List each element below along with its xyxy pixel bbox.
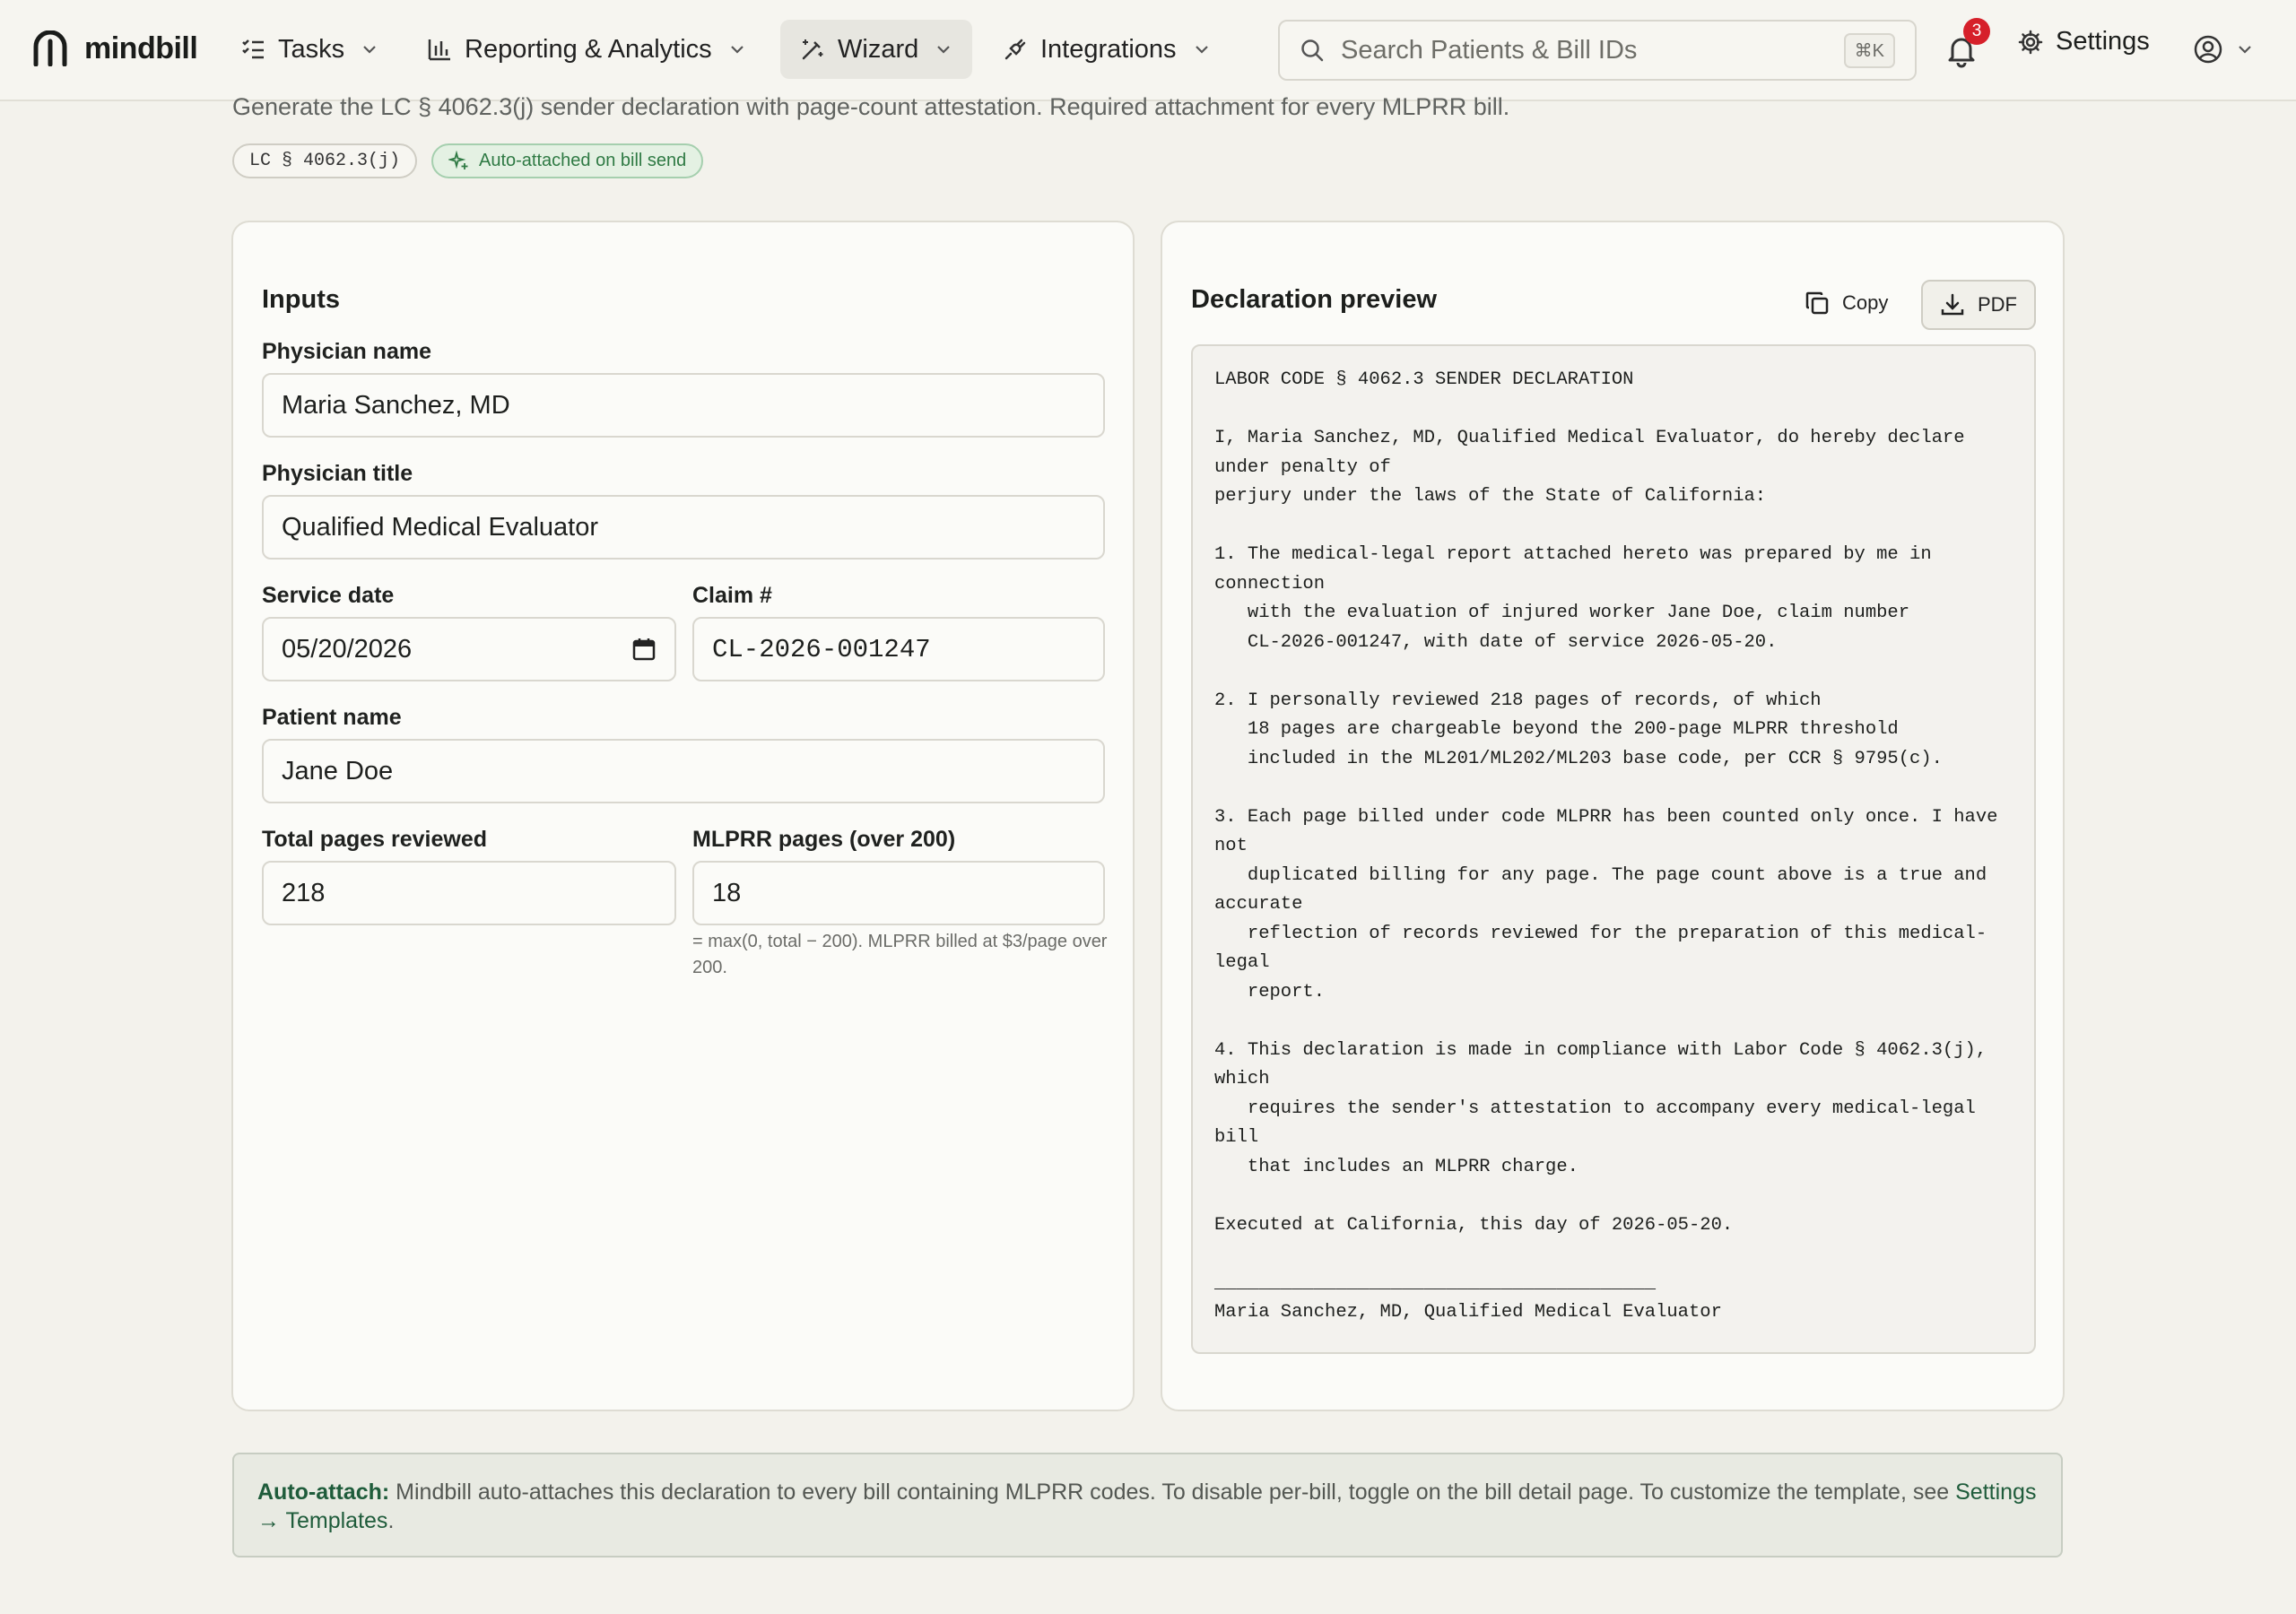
mlprr-pages-field[interactable] xyxy=(692,861,1105,925)
user-circle-icon xyxy=(2194,35,2222,64)
pdf-label: PDF xyxy=(1978,293,2017,316)
global-search[interactable]: ⌘K xyxy=(1278,20,1917,81)
patient-name-field[interactable] xyxy=(262,739,1105,803)
sparkle-icon xyxy=(448,150,468,169)
total-pages-input[interactable] xyxy=(282,878,657,908)
physician-name-label: Physician name xyxy=(262,339,431,364)
service-date-value: 05/20/2026 xyxy=(282,634,413,664)
claim-label: Claim # xyxy=(692,583,772,608)
chevron-down-icon xyxy=(2239,46,2251,54)
claim-field[interactable] xyxy=(692,617,1105,681)
code-reference-chip: LC § 4062.3(j) xyxy=(232,143,418,178)
auto-attach-note-label: Auto-attach: xyxy=(257,1480,390,1505)
declaration-text: LABOR CODE § 4062.3 SENDER DECLARATION I… xyxy=(1191,344,2036,1354)
download-icon xyxy=(1941,293,1964,316)
notification-count-badge: 3 xyxy=(1963,18,1990,45)
settings-button[interactable]: Settings xyxy=(2018,27,2150,56)
claim-input[interactable] xyxy=(712,634,1085,664)
copy-label: Copy xyxy=(1842,291,1889,314)
physician-name-field[interactable] xyxy=(262,373,1105,438)
preview-card-title: Declaration preview xyxy=(1191,285,1437,314)
declaration-preview-card: Declaration preview Copy PDF LABOR CODE … xyxy=(1161,221,2065,1411)
settings-label: Settings xyxy=(2056,27,2150,56)
copy-icon xyxy=(1805,291,1829,315)
bar-chart-icon xyxy=(428,39,450,61)
chevron-down-icon xyxy=(1195,46,1208,54)
mlprr-formula-hint: = max(0, total − 200). MLPRR billed at $… xyxy=(692,932,1108,977)
top-navigation-bar: mindbill Tasks Reporting & Analytics Wiz… xyxy=(0,0,2296,101)
mindbill-logo-icon xyxy=(33,30,67,66)
search-input[interactable] xyxy=(1341,35,1828,65)
auto-attached-chip: Auto-attached on bill send xyxy=(431,143,704,178)
auto-attach-note-text: Mindbill auto-attaches this declaration … xyxy=(389,1480,1956,1505)
inputs-card-title: Inputs xyxy=(262,285,340,314)
mlprr-pages-input[interactable] xyxy=(712,878,1085,908)
inputs-card: Inputs Physician name Physician title Se… xyxy=(231,221,1135,1411)
gear-icon xyxy=(2018,30,2043,54)
total-pages-field[interactable] xyxy=(262,861,676,925)
download-pdf-button[interactable]: PDF xyxy=(1921,280,2036,330)
mlprr-pages-label: MLPRR pages (over 200) xyxy=(692,827,956,852)
auto-attached-label: Auto-attached on bill send xyxy=(479,151,687,170)
nav-reporting-analytics[interactable]: Reporting & Analytics xyxy=(407,20,766,79)
search-icon xyxy=(1301,39,1324,62)
patient-name-input[interactable] xyxy=(282,756,1085,786)
physician-name-input[interactable] xyxy=(282,390,1085,421)
search-shortcut-hint: ⌘K xyxy=(1843,32,1895,68)
plug-icon xyxy=(1004,39,1026,60)
nav-wizard[interactable]: Wizard xyxy=(780,20,973,79)
patient-name-label: Patient name xyxy=(262,705,402,730)
nav-integrations-label: Integrations xyxy=(1040,34,1177,64)
nav-integrations[interactable]: Integrations xyxy=(983,20,1231,79)
physician-title-field[interactable] xyxy=(262,495,1105,560)
auto-attach-note-end: . xyxy=(387,1508,395,1533)
service-date-label: Service date xyxy=(262,583,395,608)
total-pages-label: Total pages reviewed xyxy=(262,827,488,852)
service-date-field[interactable]: 05/20/2026 xyxy=(262,617,676,681)
nav-wizard-label: Wizard xyxy=(838,34,919,64)
chevron-down-icon xyxy=(937,46,951,54)
physician-title-label: Physician title xyxy=(262,461,413,486)
tasks-list-icon xyxy=(242,39,264,59)
physician-title-input[interactable] xyxy=(282,512,1085,542)
magic-wand-icon xyxy=(802,39,823,60)
brand-logo[interactable]: mindbill xyxy=(32,30,198,66)
calendar-icon[interactable] xyxy=(631,637,657,662)
copy-button[interactable]: Copy xyxy=(1792,283,1900,323)
nav-reporting-label: Reporting & Analytics xyxy=(465,34,712,64)
auto-attach-note: Auto-attach: Mindbill auto-attaches this… xyxy=(232,1453,2063,1558)
nav-tasks[interactable]: Tasks xyxy=(221,20,398,79)
chevron-down-icon xyxy=(730,46,744,54)
chevron-down-icon xyxy=(363,46,376,54)
page-subtitle: Generate the LC § 4062.3(j) sender decla… xyxy=(232,93,1510,120)
brand-name: mindbill xyxy=(84,30,198,65)
account-menu[interactable] xyxy=(2193,34,2254,65)
nav-tasks-label: Tasks xyxy=(278,34,345,64)
